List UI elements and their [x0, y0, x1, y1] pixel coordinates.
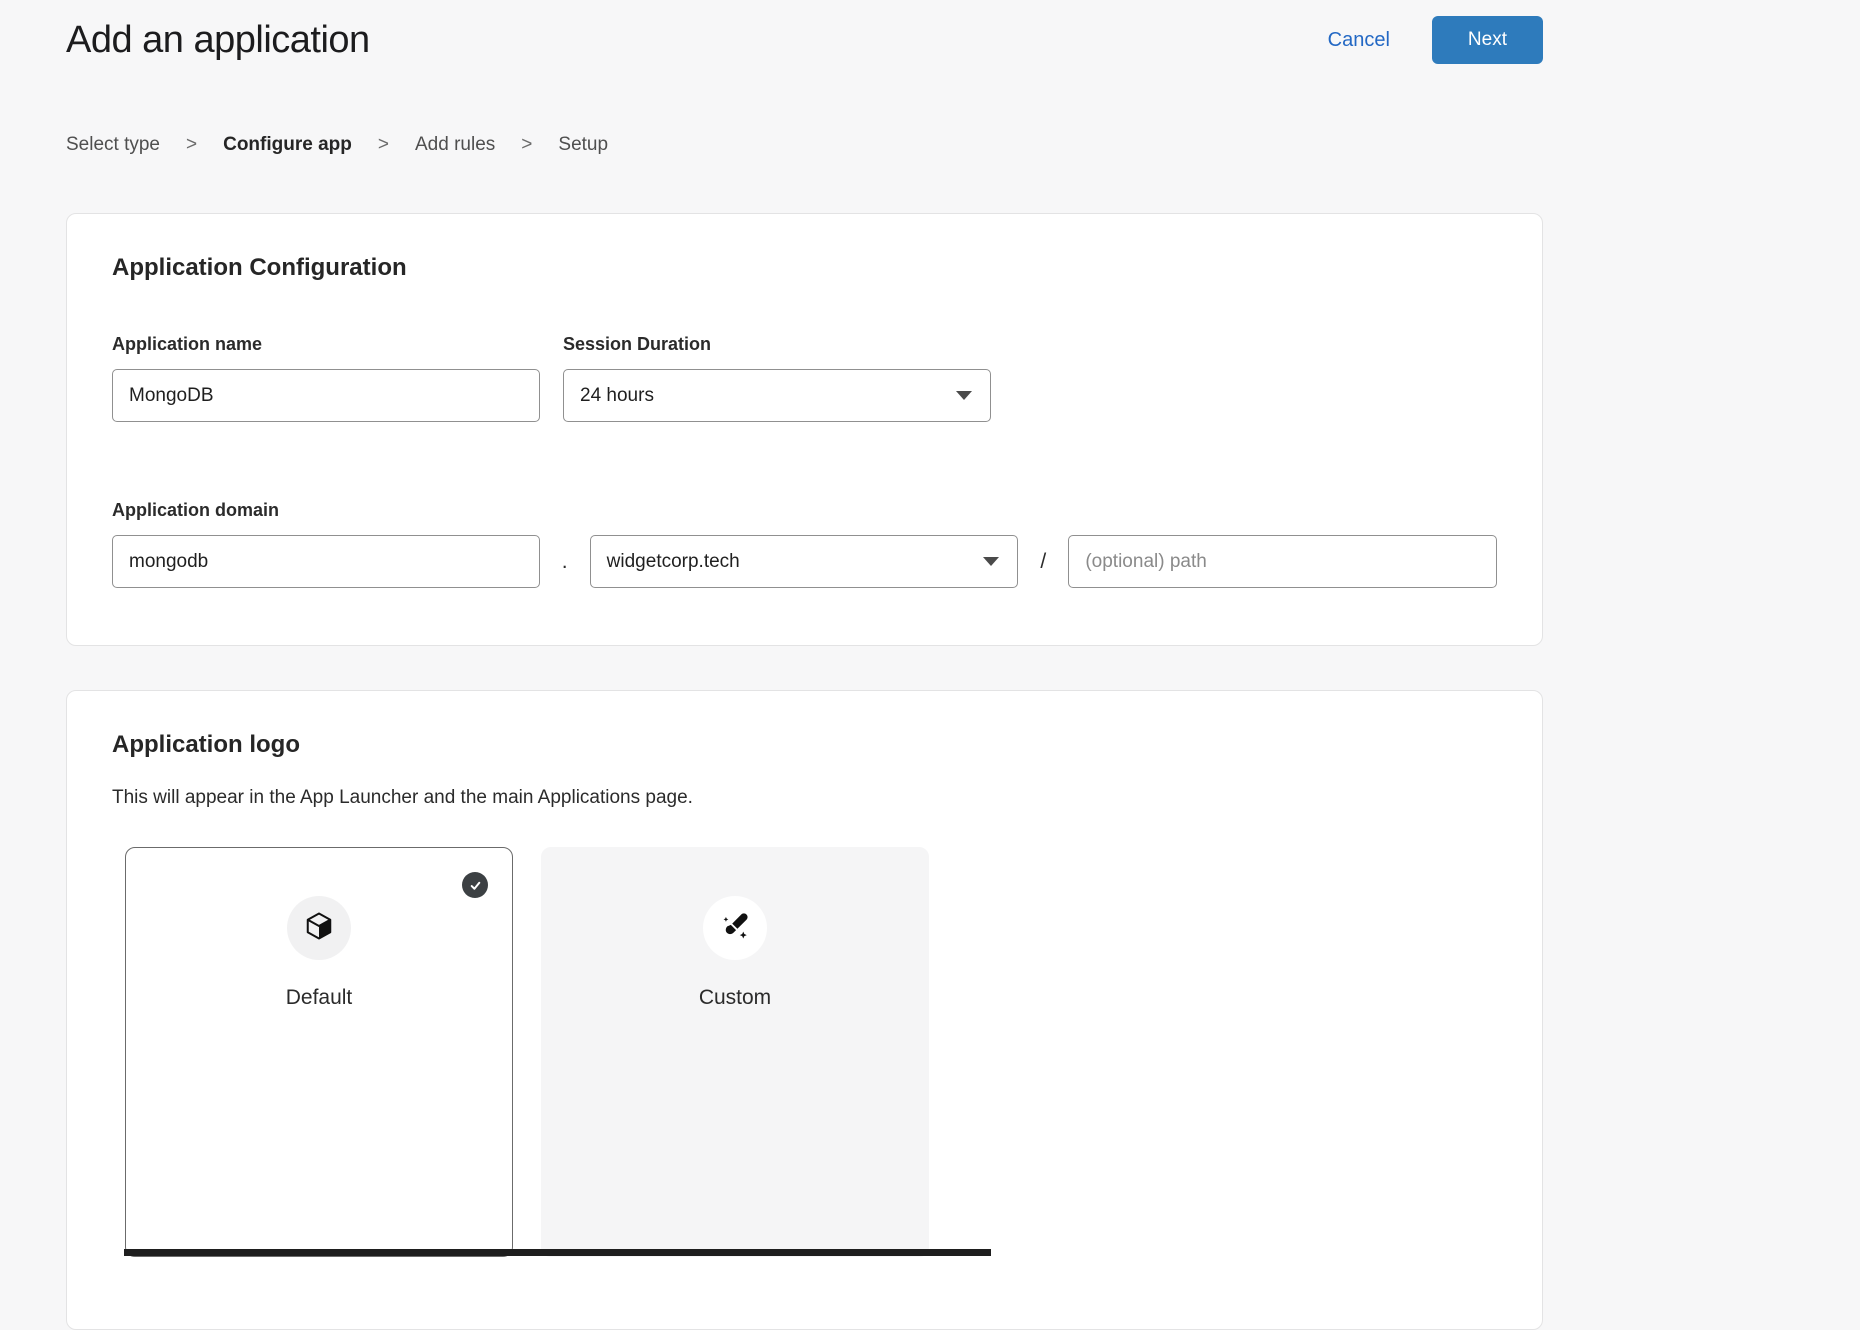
wizard-steps: Select type > Configure app > Add rules … — [66, 134, 1543, 156]
default-logo-circle — [287, 896, 351, 960]
custom-logo-circle — [703, 896, 767, 960]
domain-select-value: widgetcorp.tech — [607, 551, 740, 573]
path-input[interactable] — [1068, 535, 1497, 588]
application-name-field: Application name — [112, 334, 540, 422]
session-duration-label: Session Duration — [563, 334, 991, 355]
application-configuration-card: Application Configuration Application na… — [66, 213, 1543, 646]
step-separator: > — [186, 134, 197, 156]
logo-option-default[interactable]: Default — [125, 847, 513, 1257]
session-duration-field: Session Duration 24 hours — [563, 334, 991, 422]
logo-card-description: This will appear in the App Launcher and… — [112, 787, 1497, 809]
page-title: Add an application — [66, 19, 370, 62]
logo-option-label: Custom — [542, 986, 928, 1010]
logo-card-title: Application logo — [112, 731, 1497, 759]
step-select-type[interactable]: Select type — [66, 134, 160, 156]
configuration-card-title: Application Configuration — [112, 254, 1497, 282]
screen-bottom-edge — [124, 1249, 991, 1256]
chevron-down-icon — [983, 557, 999, 566]
logo-option-label: Default — [126, 986, 512, 1010]
step-setup[interactable]: Setup — [558, 134, 608, 156]
step-separator: > — [378, 134, 389, 156]
session-duration-select[interactable]: 24 hours — [563, 369, 991, 422]
session-duration-value: 24 hours — [580, 385, 654, 407]
next-button[interactable]: Next — [1432, 16, 1543, 64]
logo-options: Default Custom — [125, 847, 1497, 1257]
slash-separator: / — [1018, 550, 1068, 574]
application-domain-field: Application domain . widgetcorp.tech / — [112, 500, 1497, 588]
step-separator: > — [521, 134, 532, 156]
cancel-button[interactable]: Cancel — [1328, 29, 1390, 52]
header-actions: Cancel Next — [1328, 16, 1543, 64]
page-header: Add an application Cancel Next — [66, 0, 1543, 64]
logo-option-custom[interactable]: Custom — [541, 847, 929, 1257]
cube-icon — [304, 911, 334, 946]
selected-check-icon — [462, 872, 488, 898]
application-name-label: Application name — [112, 334, 540, 355]
step-add-rules[interactable]: Add rules — [415, 134, 495, 156]
dot-separator: . — [540, 550, 590, 574]
subdomain-input[interactable] — [112, 535, 540, 588]
application-domain-inputs: . widgetcorp.tech / — [112, 535, 1497, 588]
paintbrush-icon — [719, 910, 751, 947]
chevron-down-icon — [956, 391, 972, 400]
domain-select[interactable]: widgetcorp.tech — [590, 535, 1019, 588]
application-domain-label: Application domain — [112, 500, 1497, 521]
page-content: Add an application Cancel Next Select ty… — [66, 0, 1543, 1330]
name-duration-row: Application name Session Duration 24 hou… — [112, 334, 1497, 422]
step-configure-app[interactable]: Configure app — [223, 134, 352, 156]
application-logo-card: Application logo This will appear in the… — [66, 690, 1543, 1330]
application-name-input[interactable] — [112, 369, 540, 422]
